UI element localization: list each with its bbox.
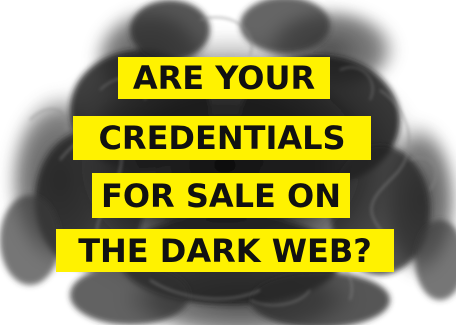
poster-canvas: ARE YOUR CREDENTIALS FOR SALE ON THE DAR… (0, 0, 456, 325)
headline-line-1: ARE YOUR (118, 57, 330, 99)
headline-line-4: THE DARK WEB? (56, 229, 394, 272)
headline: ARE YOUR CREDENTIALS FOR SALE ON THE DAR… (0, 0, 456, 325)
headline-line-2: CREDENTIALS (73, 116, 371, 160)
headline-line-3: FOR SALE ON (92, 173, 350, 218)
